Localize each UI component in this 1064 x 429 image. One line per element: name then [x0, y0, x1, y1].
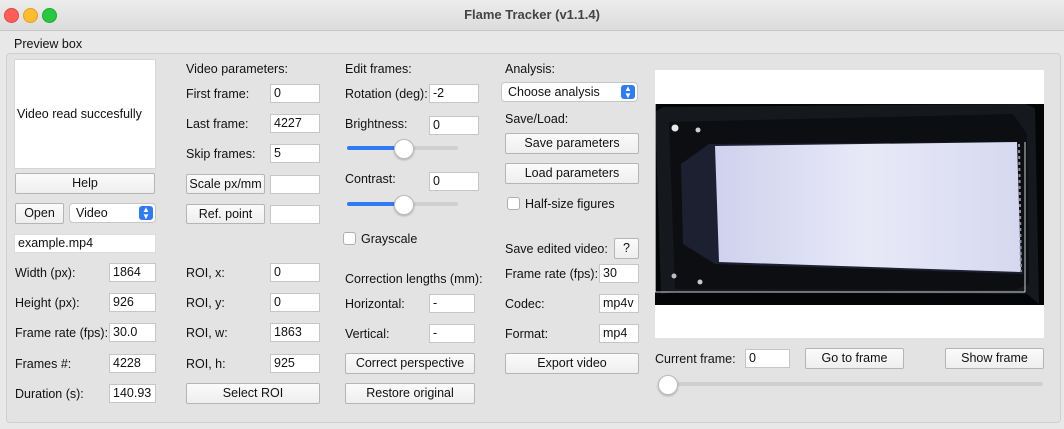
filename-field: example.mp4: [14, 234, 156, 253]
brightness-slider-knob[interactable]: [393, 139, 414, 159]
height-label: Height (px):: [15, 296, 80, 310]
skip-frames-input[interactable]: 5: [270, 144, 320, 163]
source-framerate-field: 30.0: [109, 323, 156, 342]
source-type-value: Video: [76, 206, 108, 220]
rotation-input[interactable]: -2: [429, 84, 479, 103]
grayscale-checkbox[interactable]: [343, 232, 356, 245]
scale-input[interactable]: [270, 175, 320, 194]
half-size-checkbox[interactable]: [507, 197, 520, 210]
roi-x-label: ROI, x:: [186, 266, 225, 280]
roi-y-input[interactable]: 0: [270, 293, 320, 312]
last-frame-label: Last frame:: [186, 117, 249, 131]
format-input[interactable]: mp4: [599, 324, 639, 343]
save-parameters-button[interactable]: Save parameters: [505, 133, 639, 154]
source-type-select[interactable]: Video ▲ ▼: [69, 203, 156, 223]
save-edited-video-label: Save edited video:: [505, 242, 608, 256]
save-load-heading: Save/Load:: [505, 112, 569, 126]
grayscale-label: Grayscale: [361, 232, 418, 246]
codec-input[interactable]: mp4v: [599, 294, 639, 313]
select-roi-button[interactable]: Select ROI: [186, 383, 320, 404]
duration-field: 140.93: [109, 384, 156, 403]
edit-frames-heading: Edit frames:: [345, 62, 412, 76]
width-label: Width (px):: [15, 266, 76, 280]
show-frame-button[interactable]: Show frame: [945, 348, 1044, 369]
brightness-input[interactable]: 0: [429, 116, 479, 135]
restore-original-button[interactable]: Restore original: [345, 383, 475, 404]
contrast-input[interactable]: 0: [429, 172, 479, 191]
last-frame-input[interactable]: 4227: [270, 114, 320, 133]
vertical-label: Vertical:: [345, 327, 390, 341]
go-to-frame-button[interactable]: Go to frame: [805, 348, 904, 369]
correct-perspective-button[interactable]: Correct perspective: [345, 353, 475, 374]
horizontal-label: Horizontal:: [345, 297, 405, 311]
roi-x-input[interactable]: 0: [270, 263, 320, 282]
message-box: Video read succesfully: [14, 59, 156, 169]
help-button[interactable]: Help: [15, 173, 155, 194]
codec-label: Codec:: [505, 297, 545, 311]
preview-box-label: Preview box: [14, 37, 83, 51]
frames-count-label: Frames #:: [15, 357, 72, 371]
ref-point-button[interactable]: Ref. point: [186, 204, 265, 224]
scale-button[interactable]: Scale px/mm: [186, 174, 265, 194]
correction-lengths-heading: Correction lengths (mm):: [345, 272, 483, 286]
first-frame-label: First frame:: [186, 87, 250, 101]
brightness-label: Brightness:: [345, 117, 408, 131]
first-frame-input[interactable]: 0: [270, 84, 320, 103]
analysis-select-value: Choose analysis: [508, 85, 600, 99]
ref-point-input[interactable]: [270, 205, 320, 224]
chevron-updown-icon: ▲ ▼: [139, 206, 153, 221]
frames-count-field: 4228: [109, 354, 156, 373]
frame-slider[interactable]: [660, 382, 1043, 386]
skip-frames-label: Skip frames:: [186, 147, 256, 161]
current-frame-label: Current frame:: [655, 352, 736, 366]
analysis-select[interactable]: Choose analysis ▲ ▼: [501, 82, 638, 102]
window-title: Flame Tracker (v1.1.4): [464, 7, 600, 22]
roi-h-label: ROI, h:: [186, 357, 226, 371]
title-bar: Flame Tracker (v1.1.4): [0, 0, 1064, 31]
video-help-button[interactable]: ?: [614, 238, 639, 259]
width-field: 1864: [109, 263, 156, 282]
current-frame-input[interactable]: 0: [745, 349, 790, 368]
contrast-slider-knob[interactable]: [393, 195, 414, 215]
export-framerate-input[interactable]: 30: [599, 264, 639, 283]
duration-label: Duration (s):: [15, 387, 84, 401]
horizontal-input[interactable]: -: [429, 294, 475, 313]
roi-w-input[interactable]: 1863: [270, 323, 320, 342]
video-frame-image: [655, 104, 1044, 305]
chevron-updown-icon: ▲ ▼: [621, 85, 635, 100]
export-framerate-label: Frame rate (fps):: [505, 267, 599, 281]
load-parameters-button[interactable]: Load parameters: [505, 163, 639, 184]
status-message: Video read succesfully: [17, 107, 142, 121]
export-video-button[interactable]: Export video: [505, 353, 639, 374]
rotation-label: Rotation (deg):: [345, 87, 428, 101]
half-size-label: Half-size figures: [525, 197, 615, 211]
contrast-label: Contrast:: [345, 172, 396, 186]
format-label: Format:: [505, 327, 549, 341]
video-parameters-heading: Video parameters:: [186, 62, 288, 76]
open-button[interactable]: Open: [15, 203, 64, 224]
height-field: 926: [109, 293, 156, 312]
roi-y-label: ROI, y:: [186, 296, 225, 310]
frame-preview: [655, 70, 1044, 338]
roi-h-input[interactable]: 925: [270, 354, 320, 373]
analysis-heading: Analysis:: [505, 62, 556, 76]
video-frame-graphic: [655, 104, 1044, 305]
source-framerate-label: Frame rate (fps):: [15, 326, 109, 340]
vertical-input[interactable]: -: [429, 324, 475, 343]
frame-slider-knob[interactable]: [658, 375, 678, 395]
roi-w-label: ROI, w:: [186, 326, 228, 340]
